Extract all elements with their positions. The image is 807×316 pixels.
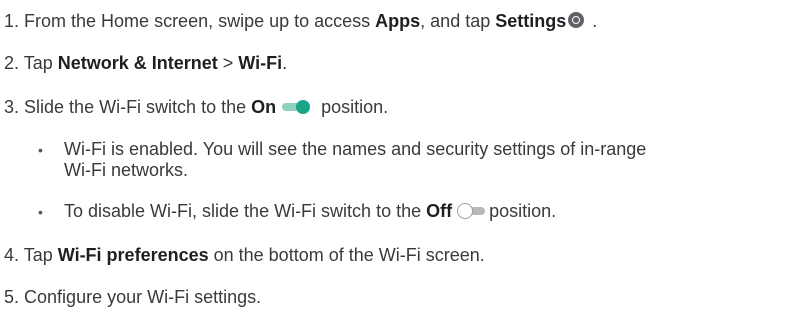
step-text: position. [316, 97, 389, 117]
on-label: On [251, 97, 277, 117]
step-text: Configure your Wi-Fi settings. [24, 287, 262, 307]
step-number: 5. [4, 287, 20, 307]
step-text: on the bottom of the Wi-Fi screen. [208, 245, 485, 265]
bullet-symbol: • [38, 142, 43, 158]
toggle-knob [296, 100, 311, 115]
apps-label: Apps [375, 11, 421, 31]
step-2: 2. Tap Network & Internet > Wi-Fi. [4, 52, 287, 74]
settings-gear-icon [568, 12, 585, 29]
bullet-symbol: • [38, 204, 43, 220]
step-text: Tap [23, 53, 58, 73]
step-number: 4. [4, 245, 20, 265]
bullet-1-line-2: Wi-Fi networks. [64, 160, 189, 180]
step-text: . [587, 11, 598, 31]
settings-label: Settings [495, 11, 567, 31]
bullet-1-line-1: Wi-Fi is enabled. You will see the names… [64, 139, 647, 159]
step-5: 5. Configure your Wi-Fi settings. [4, 286, 261, 308]
step-text: Slide the Wi-Fi switch to the [24, 97, 252, 117]
step-number: 2. [4, 53, 20, 73]
step-number: 3. [4, 97, 20, 117]
wifi-preferences-label: Wi-Fi preferences [57, 245, 209, 265]
wifi-label: Wi-Fi [238, 53, 283, 73]
step-text: , and tap [420, 11, 496, 31]
bullet-text: To disable Wi-Fi, slide the Wi-Fi switch… [64, 201, 427, 221]
toggle-off-icon [457, 203, 487, 220]
step-1: 1. From the Home screen, swipe up to acc… [4, 10, 597, 32]
step-text: From the Home screen, swipe up to access [24, 11, 376, 31]
toggle-knob [457, 203, 474, 220]
step-3: 3. Slide the Wi-Fi switch to the On posi… [4, 96, 388, 118]
step-text: . [282, 53, 288, 73]
bullet-text: position. [489, 201, 557, 221]
off-label: Off [426, 201, 453, 221]
network-internet-label: Network & Internet [57, 53, 218, 73]
step-text: Tap [23, 245, 58, 265]
bullet-2: To disable Wi-Fi, slide the Wi-Fi switch… [64, 200, 556, 222]
step-number: 1. [4, 11, 20, 31]
step-text: > [217, 53, 239, 73]
toggle-on-icon [282, 100, 311, 115]
step-4: 4. Tap Wi-Fi preferences on the bottom o… [4, 244, 485, 266]
